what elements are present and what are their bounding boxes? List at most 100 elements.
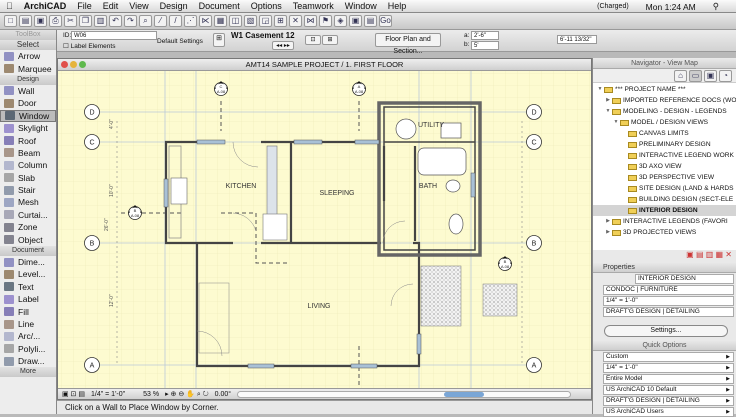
quick-option-row[interactable]: US ArchiCAD Users ▶ <box>603 407 734 417</box>
view-map-item[interactable]: ▶ INTERACTIVE LEGENDS (FAVORI <box>593 216 736 227</box>
menu-document[interactable]: Document <box>199 1 240 11</box>
view-map-item[interactable]: CANVAS LIMITS <box>593 128 736 139</box>
find-icon[interactable]: ⌕ <box>139 15 152 27</box>
layer-toggle-icon[interactable]: ▣ ⊡ ▤ <box>62 390 85 398</box>
room-label-sleeping[interactable]: SLEEPING <box>319 190 354 197</box>
penset-field[interactable]: DRAFT'G DESIGN | DETAILING <box>603 307 734 317</box>
publish-icon[interactable]: ⋈ <box>304 15 317 27</box>
tool-slab[interactable]: Slab <box>0 172 56 184</box>
menu-app[interactable]: ArchiCAD <box>24 1 67 11</box>
id-field[interactable]: W06 <box>71 31 157 40</box>
tool-stair[interactable]: Stair <box>0 184 56 196</box>
palette-icon[interactable]: ▤ <box>364 15 377 27</box>
tool-mesh[interactable]: Mesh <box>0 196 56 208</box>
rotation-angle[interactable]: 0.00° <box>215 391 231 398</box>
disclosure-triangle-icon[interactable]: ▼ <box>604 106 612 117</box>
tool-fill[interactable]: Fill <box>0 305 56 317</box>
tool-curtai[interactable]: Curtai... <box>0 209 56 221</box>
view-map-item[interactable]: ▼ MODEL / DESIGN VIEWS <box>593 117 736 128</box>
close-view-icon[interactable]: ✕ <box>289 15 302 27</box>
section-icon[interactable]: ⊞ <box>274 15 287 27</box>
project-map-icon[interactable]: ⌂ <box>674 70 687 82</box>
view-map-item[interactable]: PRELIMINARY DESIGN <box>593 139 736 150</box>
syringe-icon[interactable]: / <box>169 15 182 27</box>
view-map-item[interactable]: SITE DESIGN (LAND & HARDS <box>593 183 736 194</box>
tool-door[interactable]: Door <box>0 97 56 109</box>
disclosure-triangle-icon[interactable]: ▼ <box>596 84 604 95</box>
disclosure-triangle-icon[interactable]: ▶ <box>604 216 612 227</box>
tool-roof[interactable]: Roof <box>0 134 56 146</box>
undo-icon[interactable]: ↶ <box>109 15 122 27</box>
tool-marquee[interactable]: Marquee <box>0 62 56 74</box>
view-map-item[interactable]: ▶ IMPORTED REFERENCE DOCS (WOR <box>593 95 736 106</box>
menu-design[interactable]: Design <box>160 1 188 11</box>
tool-dime[interactable]: Dime... <box>0 256 56 268</box>
view-map-item[interactable]: 3D PERSPECTIVE VIEW <box>593 172 736 183</box>
tool-wall[interactable]: Wall <box>0 85 56 97</box>
tool-object[interactable]: Object <box>0 233 56 245</box>
redo-icon[interactable]: ↷ <box>124 15 137 27</box>
tool-column[interactable]: Column <box>0 159 56 171</box>
room-label-living[interactable]: LIVING <box>308 303 331 310</box>
menu-edit[interactable]: Edit <box>103 1 119 11</box>
disclosure-triangle-icon[interactable]: ▶ <box>604 95 612 106</box>
view-actions-icons[interactable]: ▣ ▤ ▥ ▦ ✕ <box>593 250 736 262</box>
properties-title[interactable]: Properties <box>593 262 736 273</box>
close-button[interactable] <box>61 61 68 68</box>
settings-button[interactable]: Settings... <box>604 325 728 337</box>
new-icon[interactable]: □ <box>4 15 17 27</box>
menu-teamwork[interactable]: Teamwork <box>293 1 334 11</box>
default-settings-label[interactable]: Default Settings <box>157 38 203 45</box>
floor-plan-canvas[interactable]: D DC CB BA A CA.08AA.08BA.08BA.08 KITCHEN SL… <box>58 71 591 389</box>
tool-skylight[interactable]: Skylight <box>0 122 56 134</box>
zoom-button[interactable] <box>79 61 86 68</box>
view-map-item[interactable]: ▶ 3D PROJECTED VIEWS <box>593 227 736 238</box>
disclosure-triangle-icon[interactable]: ▶ <box>604 227 612 238</box>
horizontal-scrollbar[interactable] <box>237 390 571 398</box>
cut-icon[interactable]: ✂ <box>64 15 77 27</box>
disclosure-triangle-icon[interactable]: ▼ <box>612 117 620 128</box>
view-map-item[interactable]: ▼ *** PROJECT NAME *** <box>593 84 736 95</box>
view-map-item[interactable]: BUILDING DESIGN (SECT-ELE <box>593 194 736 205</box>
grid-icon[interactable]: ▦ <box>214 15 227 27</box>
tool-beam[interactable]: Beam <box>0 147 56 159</box>
view-name-field[interactable]: INTERIOR DESIGN <box>635 274 734 284</box>
room-label-bath[interactable]: BATH <box>419 183 437 190</box>
tool-line[interactable]: Line <box>0 318 56 330</box>
tool-zone[interactable]: Zone <box>0 221 56 233</box>
scale-control[interactable]: 1/4" = 1'-0" <box>91 391 125 398</box>
floor-plan-section-button[interactable]: Floor Plan and Section... <box>375 33 441 55</box>
menu-view[interactable]: View <box>129 1 148 11</box>
zoom-level[interactable]: 53 % <box>143 391 159 398</box>
tool-arc[interactable]: Arc/... <box>0 330 56 342</box>
tool-label[interactable]: Label <box>0 293 56 305</box>
view-map-item[interactable]: 3D AXO VIEW <box>593 161 736 172</box>
teamwork-icon[interactable]: ⚑ <box>319 15 332 27</box>
goto-icon[interactable]: Go <box>379 15 392 27</box>
menu-file[interactable]: File <box>77 1 92 11</box>
minimize-button[interactable] <box>70 61 77 68</box>
tool-draw[interactable]: Draw... <box>0 355 56 367</box>
print-icon[interactable]: ⎙ <box>49 15 62 27</box>
layout-book-icon[interactable]: ▣ <box>704 70 717 82</box>
publisher-icon[interactable]: ◔ <box>719 70 732 82</box>
menu-help[interactable]: Help <box>388 1 407 11</box>
menu-window[interactable]: Window <box>345 1 377 11</box>
mirror-toggle[interactable]: ⊞ <box>322 35 338 45</box>
view-map-item[interactable]: INTERIOR DESIGN <box>593 205 736 216</box>
anchor-toggle[interactable]: ⊡ <box>305 35 321 45</box>
layer-icon[interactable]: ◫ <box>229 15 242 27</box>
spotlight-icon[interactable]: ⚲ <box>713 1 719 12</box>
quick-option-row[interactable]: DRAFT'G DESIGN | DETAILING ▶ <box>603 396 734 406</box>
save-icon[interactable]: ▣ <box>34 15 47 27</box>
tool-level[interactable]: Level... <box>0 268 56 280</box>
3d-window-icon[interactable]: ◲ <box>259 15 272 27</box>
navigator-icon[interactable]: ▣ <box>349 15 362 27</box>
view-map-icon[interactable]: ▭ <box>689 70 702 82</box>
document-header[interactable]: Document <box>0 245 56 256</box>
open-icon[interactable]: ▤ <box>19 15 32 27</box>
battery-status[interactable]: (Charged) <box>597 3 629 10</box>
scale-field[interactable]: 1/4" = 1'-0" <box>603 296 734 306</box>
clock[interactable]: Mon 1:24 AM <box>646 2 696 12</box>
tool-text[interactable]: Text <box>0 281 56 293</box>
